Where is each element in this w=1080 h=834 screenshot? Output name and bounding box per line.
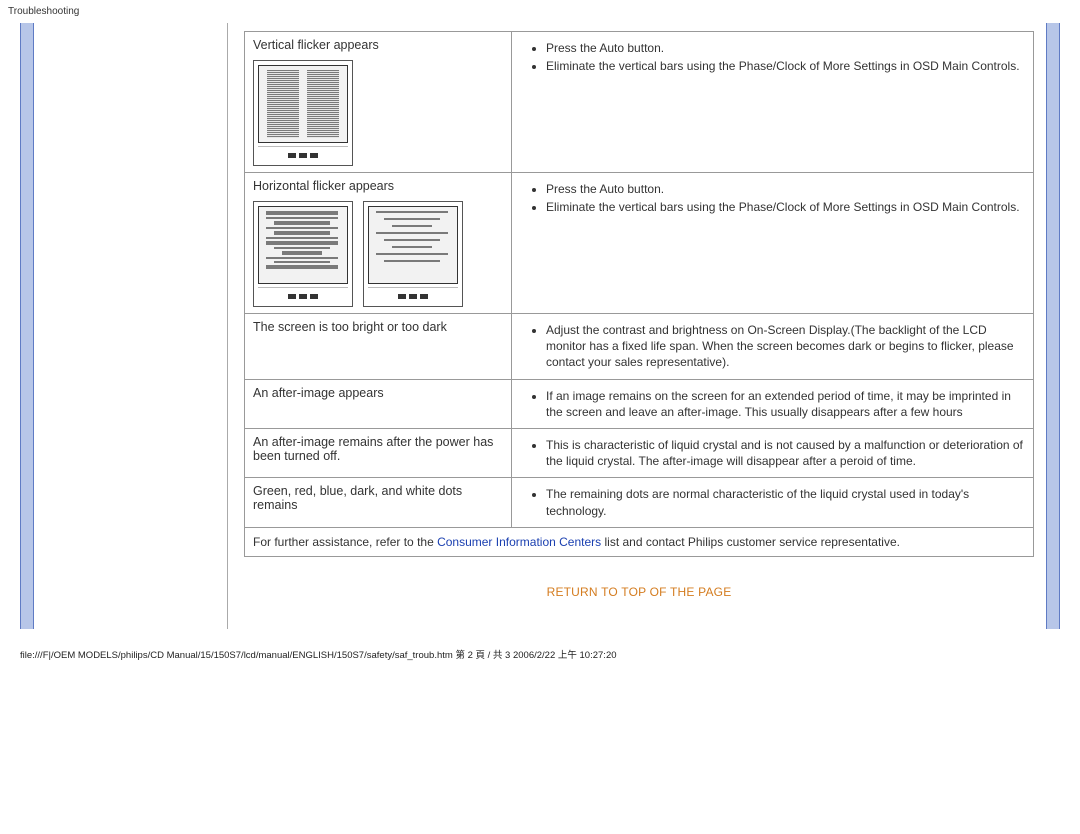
assistance-cell: For further assistance, refer to the Con… (245, 527, 1034, 557)
problem-title: The screen is too bright or too dark (253, 320, 503, 334)
solution-item: This is characteristic of liquid crystal… (546, 437, 1025, 469)
problem-cell: Vertical flicker appears (245, 32, 512, 173)
solution-item: Adjust the contrast and brightness on On… (546, 322, 1025, 371)
solution-cell: If an image remains on the screen for an… (512, 379, 1034, 428)
problem-cell: Green, red, blue, dark, and white dots r… (245, 478, 512, 527)
problem-title: An after-image remains after the power h… (253, 435, 503, 463)
solution-cell: Press the Auto button. Eliminate the ver… (512, 32, 1034, 173)
solution-cell: Press the Auto button. Eliminate the ver… (512, 173, 1034, 314)
table-row: An after-image appears If an image remai… (245, 379, 1034, 428)
solution-item: Eliminate the vertical bars using the Ph… (546, 199, 1025, 215)
solution-item: Press the Auto button. (546, 40, 1025, 56)
main-content: Vertical flicker appears Press the Auto … (227, 23, 1046, 629)
solution-cell: Adjust the contrast and brightness on On… (512, 314, 1034, 380)
assistance-text-pre: For further assistance, refer to the (253, 535, 437, 549)
problem-title: Horizontal flicker appears (253, 179, 503, 193)
problem-cell: Horizontal flicker appears (245, 173, 512, 314)
table-row: The screen is too bright or too dark Adj… (245, 314, 1034, 380)
return-to-top-link[interactable]: RETURN TO TOP OF THE PAGE (244, 585, 1034, 599)
problem-cell: The screen is too bright or too dark (245, 314, 512, 380)
solution-item: The remaining dots are normal characteri… (546, 486, 1025, 518)
left-margin (34, 23, 227, 629)
solution-item: Press the Auto button. (546, 181, 1025, 197)
solution-item: If an image remains on the screen for an… (546, 388, 1025, 420)
problem-title: Vertical flicker appears (253, 38, 503, 52)
problem-cell: An after-image remains after the power h… (245, 428, 512, 477)
problem-cell: An after-image appears (245, 379, 512, 428)
problem-title: An after-image appears (253, 386, 503, 400)
monitor-vertical-flicker-icon (253, 60, 353, 166)
consumer-centers-link[interactable]: Consumer Information Centers (437, 535, 601, 549)
solution-cell: This is characteristic of liquid crystal… (512, 428, 1034, 477)
solution-item: Eliminate the vertical bars using the Ph… (546, 58, 1025, 74)
table-row: Green, red, blue, dark, and white dots r… (245, 478, 1034, 527)
right-border (1046, 23, 1060, 629)
assistance-text-post: list and contact Philips customer servic… (605, 535, 900, 549)
table-row: Vertical flicker appears Press the Auto … (245, 32, 1034, 173)
page-frame: Vertical flicker appears Press the Auto … (20, 23, 1060, 629)
assistance-row: For further assistance, refer to the Con… (245, 527, 1034, 557)
solution-cell: The remaining dots are normal characteri… (512, 478, 1034, 527)
breadcrumb: Troubleshooting (0, 0, 1080, 23)
page-footer-path: file:///F|/OEM MODELS/philips/CD Manual/… (0, 637, 1080, 671)
monitor-horizontal-flicker-dense-icon (253, 201, 353, 307)
table-row: Horizontal flicker appears (245, 173, 1034, 314)
table-row: An after-image remains after the power h… (245, 428, 1034, 477)
problem-title: Green, red, blue, dark, and white dots r… (253, 484, 503, 512)
left-border (20, 23, 34, 629)
monitor-horizontal-flicker-sparse-icon (363, 201, 463, 307)
troubleshooting-table: Vertical flicker appears Press the Auto … (244, 31, 1034, 557)
